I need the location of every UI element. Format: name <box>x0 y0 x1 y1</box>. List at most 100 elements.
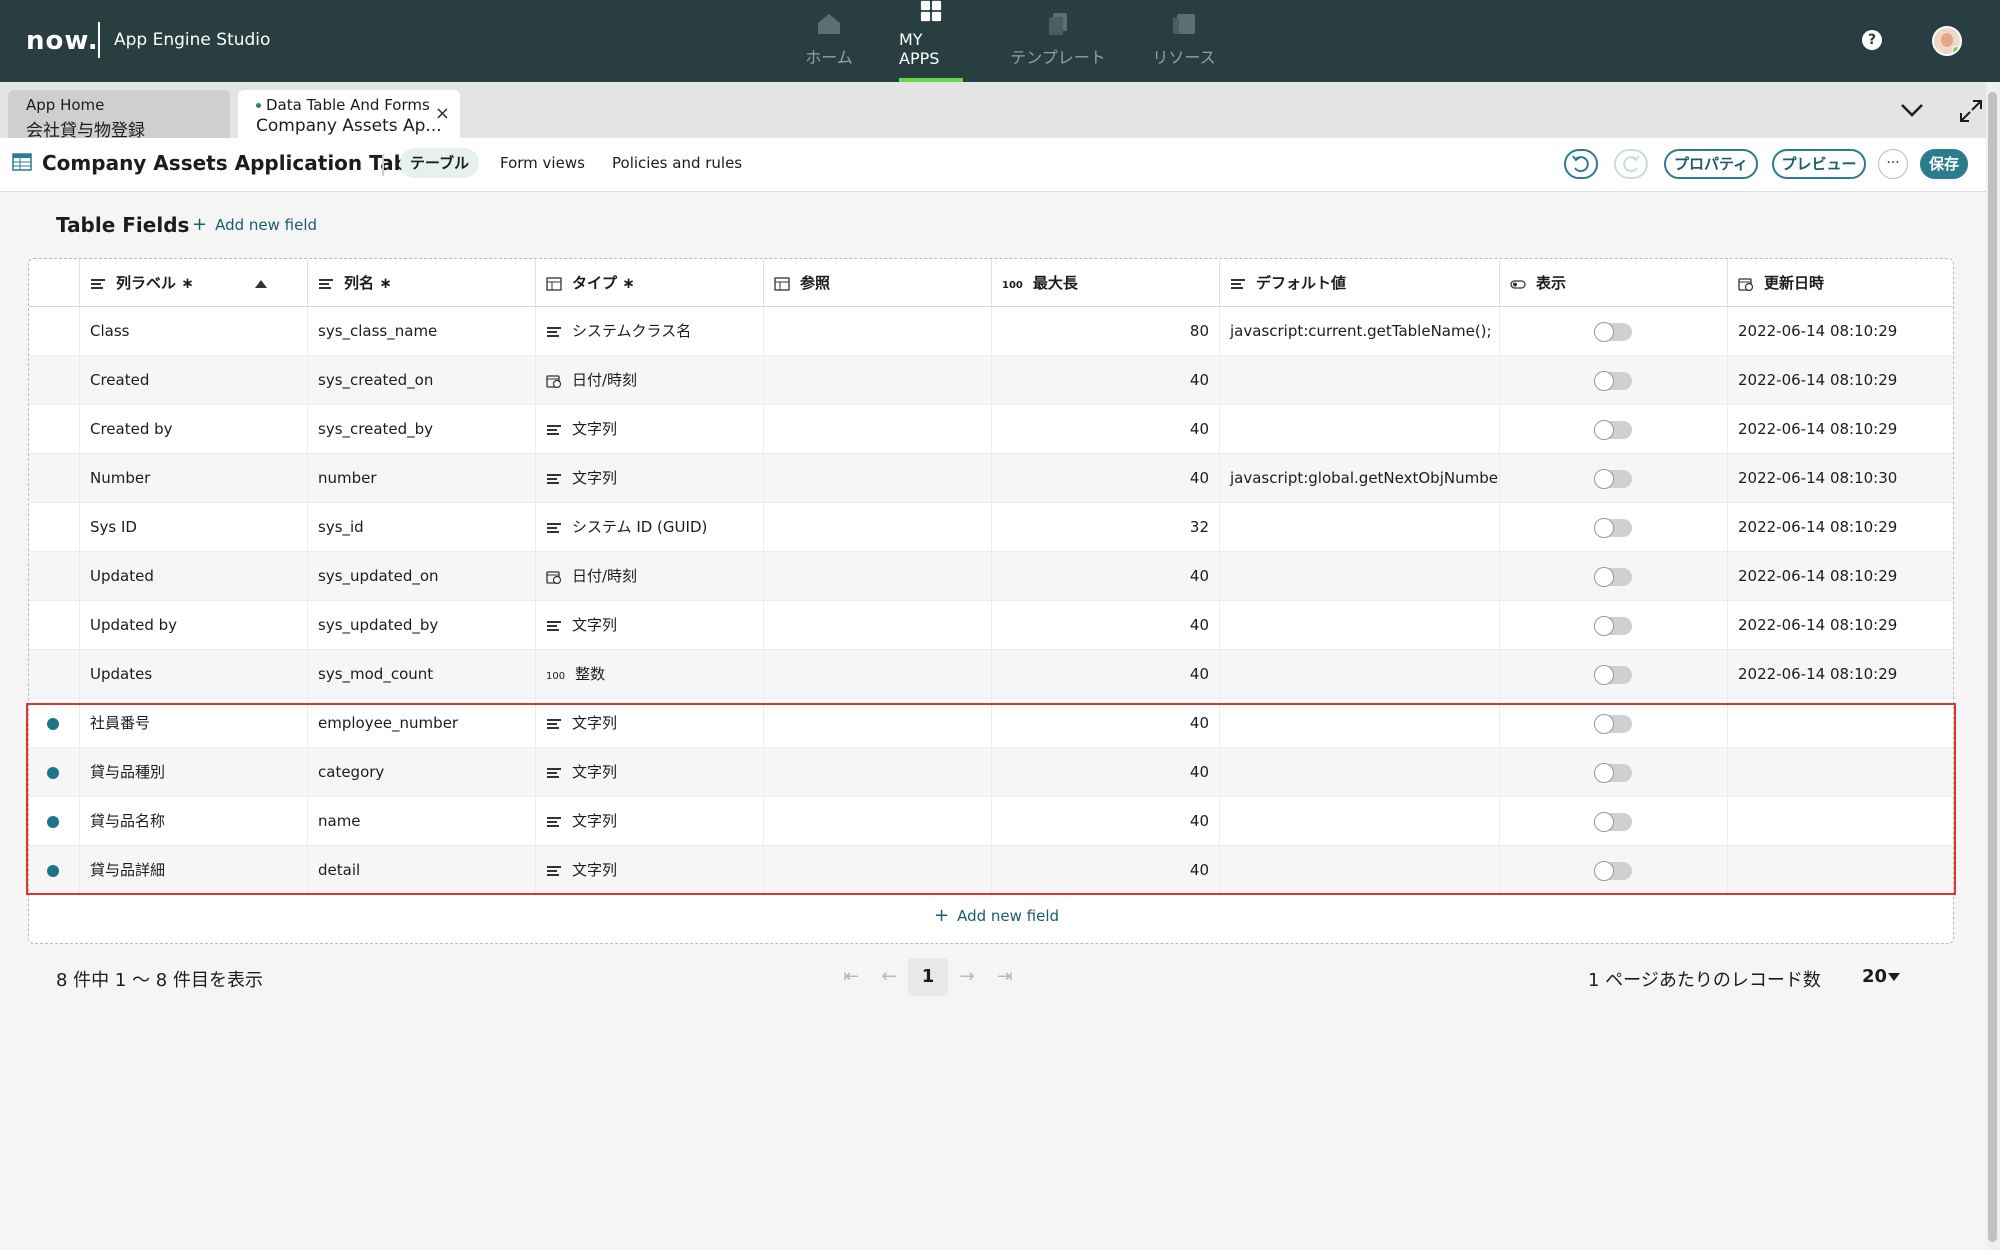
cell-default-value[interactable] <box>1219 601 1499 650</box>
close-icon[interactable]: × <box>435 103 450 124</box>
cell-reference[interactable] <box>763 307 991 356</box>
tab-app-home[interactable]: App Home 会社貸与物登録 <box>8 90 230 141</box>
cell-max-length[interactable]: 40 <box>991 454 1219 503</box>
tab-table[interactable]: テーブル <box>400 148 480 178</box>
column-header-6[interactable]: 表示 <box>1499 259 1727 307</box>
cell-type[interactable]: 文字列 <box>535 797 763 846</box>
cell-display[interactable] <box>1499 552 1727 601</box>
nav-home[interactable]: ホーム <box>800 0 858 82</box>
cell-updated-at[interactable]: 2022-06-14 08:10:29 <box>1727 405 1953 454</box>
table-row[interactable]: Class sys_class_name システムクラス名 80 javascript:… <box>29 307 1953 356</box>
display-toggle[interactable] <box>1594 420 1632 440</box>
display-toggle[interactable] <box>1594 861 1632 881</box>
cell-updated-at[interactable]: 2022-06-14 08:10:29 <box>1727 552 1953 601</box>
cell-column-name[interactable]: sys_id <box>307 503 535 552</box>
cell-column-label[interactable]: Sys ID <box>79 503 307 552</box>
display-toggle[interactable] <box>1594 665 1632 685</box>
display-toggle[interactable] <box>1594 812 1632 832</box>
cell-display[interactable] <box>1499 797 1727 846</box>
cell-default-value[interactable]: javascript:current.getTableName(); <box>1219 307 1499 356</box>
cell-updated-at[interactable]: 2022-06-14 08:10:29 <box>1727 601 1953 650</box>
cell-column-name[interactable]: sys_updated_by <box>307 601 535 650</box>
cell-display[interactable] <box>1499 699 1727 748</box>
cell-column-label[interactable]: Number <box>79 454 307 503</box>
cell-type[interactable]: 文字列 <box>535 748 763 797</box>
cell-reference[interactable] <box>763 503 991 552</box>
cell-type[interactable]: 文字列 <box>535 405 763 454</box>
cell-max-length[interactable]: 40 <box>991 748 1219 797</box>
expand-icon[interactable] <box>1958 98 1984 124</box>
cell-updated-at[interactable]: 2022-06-14 08:10:29 <box>1727 356 1953 405</box>
cell-reference[interactable] <box>763 356 991 405</box>
redo-button[interactable] <box>1614 149 1648 179</box>
cell-column-name[interactable]: sys_created_by <box>307 405 535 454</box>
cell-column-label[interactable]: Updated <box>79 552 307 601</box>
cell-updated-at[interactable] <box>1727 797 1953 846</box>
cell-max-length[interactable]: 40 <box>991 356 1219 405</box>
cell-column-name[interactable]: sys_class_name <box>307 307 535 356</box>
preview-button[interactable]: プレビュー <box>1772 149 1866 179</box>
cell-column-label[interactable]: Class <box>79 307 307 356</box>
cell-reference[interactable] <box>763 797 991 846</box>
cell-max-length[interactable]: 40 <box>991 552 1219 601</box>
cell-default-value[interactable] <box>1219 552 1499 601</box>
cell-max-length[interactable]: 80 <box>991 307 1219 356</box>
table-row[interactable]: Sys ID sys_id システム ID (GUID) 32 2022-06-14 0… <box>29 503 1953 552</box>
display-toggle[interactable] <box>1594 616 1632 636</box>
cell-column-label[interactable]: Created <box>79 356 307 405</box>
cell-updated-at[interactable] <box>1727 748 1953 797</box>
display-toggle[interactable] <box>1594 469 1632 489</box>
cell-column-name[interactable]: sys_updated_on <box>307 552 535 601</box>
tab-policies-and-rules[interactable]: Policies and rules <box>602 148 752 178</box>
column-header-0[interactable]: 列ラベル ∗ <box>79 259 307 307</box>
display-toggle[interactable] <box>1594 322 1632 342</box>
cell-default-value[interactable] <box>1219 356 1499 405</box>
cell-reference[interactable] <box>763 405 991 454</box>
cell-display[interactable] <box>1499 454 1727 503</box>
cell-type[interactable]: 日付/時刻 <box>535 552 763 601</box>
cell-reference[interactable] <box>763 699 991 748</box>
caret-down-icon[interactable] <box>1888 973 1900 981</box>
cell-type[interactable]: 文字列 <box>535 454 763 503</box>
user-avatar[interactable] <box>1932 26 1962 56</box>
cell-updated-at[interactable]: 2022-06-14 08:10:30 <box>1727 454 1953 503</box>
cell-column-label[interactable]: 貸与品名称 <box>79 797 307 846</box>
last-page-icon[interactable]: ⇥ <box>990 958 1020 996</box>
column-header-4[interactable]: 100 最大長 <box>991 259 1219 307</box>
column-header-5[interactable]: デフォルト値 <box>1219 259 1499 307</box>
cell-column-name[interactable]: number <box>307 454 535 503</box>
cell-max-length[interactable]: 40 <box>991 797 1219 846</box>
cell-display[interactable] <box>1499 356 1727 405</box>
cell-reference[interactable] <box>763 454 991 503</box>
nav-templates[interactable]: テンプレート <box>1010 0 1106 82</box>
servicenow-logo[interactable]: now. <box>26 26 99 56</box>
cell-max-length[interactable]: 32 <box>991 503 1219 552</box>
cell-max-length[interactable]: 40 <box>991 846 1219 895</box>
help-icon[interactable]: ? <box>1862 30 1882 50</box>
cell-display[interactable] <box>1499 307 1727 356</box>
cell-column-name[interactable]: sys_created_on <box>307 356 535 405</box>
cell-max-length[interactable]: 40 <box>991 650 1219 699</box>
cell-column-name[interactable]: name <box>307 797 535 846</box>
cell-column-name[interactable]: detail <box>307 846 535 895</box>
cell-column-label[interactable]: 社員番号 <box>79 699 307 748</box>
cell-default-value[interactable] <box>1219 797 1499 846</box>
cell-display[interactable] <box>1499 650 1727 699</box>
table-row[interactable]: 社員番号 employee_number 文字列 40 <box>29 699 1953 748</box>
cell-reference[interactable] <box>763 846 991 895</box>
tab-data-table-and-forms[interactable]: Data Table And Forms Company Assets Ap..… <box>238 90 460 138</box>
add-new-field-link-bottom[interactable]: + Add new field <box>934 905 1059 926</box>
cell-updated-at[interactable]: 2022-06-14 08:10:29 <box>1727 307 1953 356</box>
cell-default-value[interactable] <box>1219 699 1499 748</box>
cell-type[interactable]: 100 整数 <box>535 650 763 699</box>
cell-updated-at[interactable]: 2022-06-14 08:10:29 <box>1727 503 1953 552</box>
cell-default-value[interactable] <box>1219 846 1499 895</box>
table-row[interactable]: 貸与品種別 category 文字列 40 <box>29 748 1953 797</box>
display-toggle[interactable] <box>1594 518 1632 538</box>
table-row[interactable]: 貸与品詳細 detail 文字列 40 <box>29 846 1953 895</box>
scrollbar-thumb[interactable] <box>1988 92 1997 1242</box>
cell-updated-at[interactable]: 2022-06-14 08:10:29 <box>1727 650 1953 699</box>
cell-reference[interactable] <box>763 748 991 797</box>
nav-resources[interactable]: リソース <box>1152 0 1216 82</box>
undo-button[interactable] <box>1564 149 1598 179</box>
